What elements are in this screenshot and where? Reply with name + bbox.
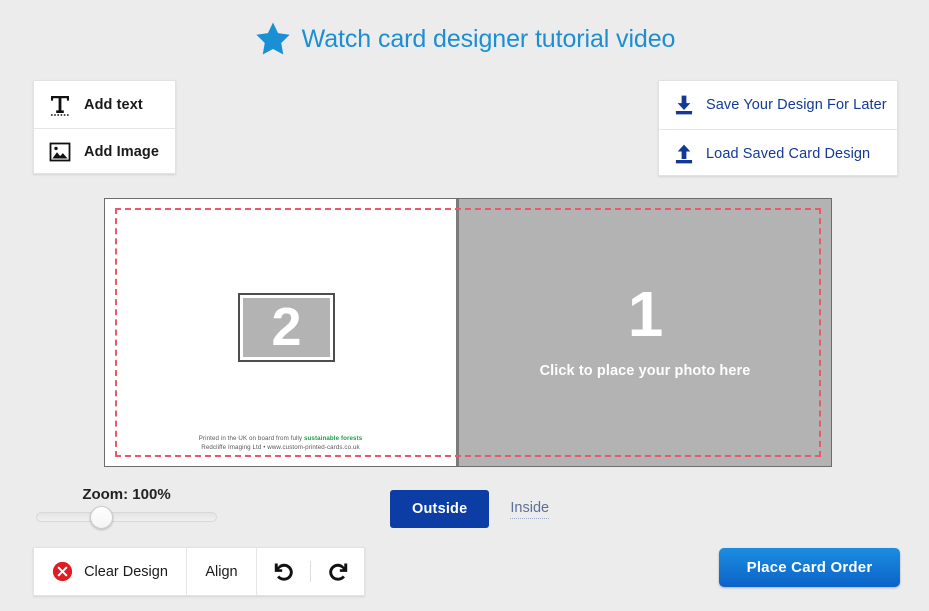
watch-tutorial-link[interactable]: Watch card designer tutorial video [0, 20, 929, 58]
card-side-tabs: Outside Inside [390, 490, 550, 528]
photo-placeholder-2[interactable]: 2 [238, 293, 335, 362]
zoom-slider-handle[interactable] [90, 506, 113, 529]
card-smallprint: Printed in the UK on board from fully su… [105, 434, 456, 452]
add-text-label: Add text [84, 96, 143, 113]
card-design-canvas[interactable]: 2 Printed in the UK on board from fully … [104, 198, 832, 467]
photo-placeholder-1[interactable]: 1 Click to place your photo here [459, 278, 831, 379]
star-icon [256, 22, 290, 55]
add-element-toolbar: Add text Add Image [33, 80, 176, 174]
undo-button[interactable] [257, 548, 310, 595]
redo-arrow-icon [328, 563, 347, 581]
clear-design-label: Clear Design [84, 563, 168, 580]
card-back-panel[interactable]: 2 Printed in the UK on board from fully … [105, 199, 456, 466]
add-image-label: Add Image [84, 144, 160, 160]
load-design-label: Load Saved Card Design [706, 145, 871, 162]
align-button[interactable]: Align [187, 548, 257, 595]
align-label: Align [205, 563, 238, 580]
smallprint-line-1: Printed in the UK on board from fully su… [105, 434, 456, 443]
download-icon [675, 95, 693, 115]
redo-button[interactable] [311, 548, 364, 595]
upload-icon [675, 144, 693, 163]
image-picture-icon [49, 142, 71, 162]
card-front-panel[interactable]: 1 Click to place your photo here [459, 199, 831, 466]
place-card-order-button[interactable]: Place Card Order [719, 548, 900, 587]
tutorial-link-label: Watch card designer tutorial video [301, 24, 676, 53]
design-actions-toolbar: Clear Design Align [33, 547, 365, 596]
text-t-icon [51, 95, 69, 116]
photo-placeholder-1-number: 1 [627, 278, 664, 350]
undo-arrow-icon [274, 563, 293, 581]
load-design-button[interactable]: Load Saved Card Design [659, 129, 897, 177]
zoom-control: Zoom: 100% [36, 486, 217, 529]
photo-placeholder-1-text: Click to place your photo here [539, 362, 751, 379]
smallprint-line-1-prefix: Printed in the UK on board from fully [198, 435, 304, 442]
zoom-slider[interactable] [36, 506, 217, 529]
zoom-label: Zoom: 100% [82, 486, 171, 503]
save-design-button[interactable]: Save Your Design For Later [659, 81, 897, 129]
add-text-button[interactable]: Add text [34, 81, 175, 128]
clear-design-button[interactable]: Clear Design [34, 548, 187, 595]
save-load-toolbar: Save Your Design For Later Load Saved Ca… [658, 80, 898, 176]
add-image-button[interactable]: Add Image [34, 128, 175, 175]
photo-placeholder-2-number: 2 [271, 296, 302, 357]
smallprint-line-2: Redcliffe Imaging Ltd • www.custom-print… [201, 444, 360, 451]
tab-outside[interactable]: Outside [390, 490, 490, 528]
save-design-label: Save Your Design For Later [706, 97, 887, 113]
smallprint-sustainable-forests: sustainable forests [303, 435, 363, 442]
error-circle-x-icon [52, 561, 73, 582]
tab-inside[interactable]: Inside [510, 500, 550, 519]
